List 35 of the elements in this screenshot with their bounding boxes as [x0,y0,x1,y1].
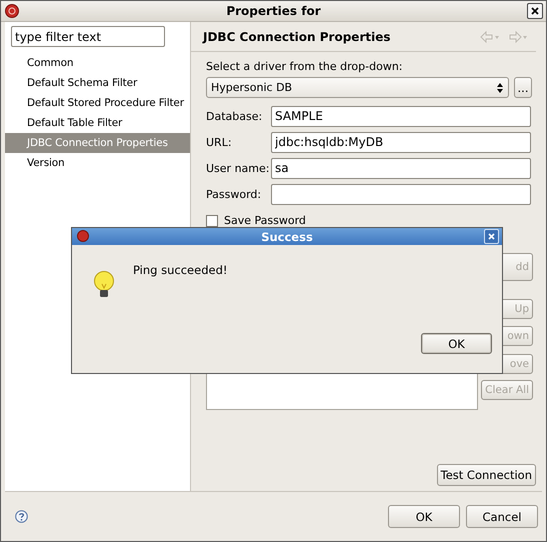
field-label: Database: [206,110,264,122]
footer-button[interactable]: Cancel [466,505,538,528]
input-field[interactable]: jdbc:hsqldb:MyDB [271,132,531,152]
ok-button[interactable]: OK [421,333,492,354]
sidebar-item[interactable]: Default Schema Filter [5,73,190,93]
page-title: JDBC Connection Properties [203,30,390,44]
sidebar-item[interactable]: Version [5,153,190,173]
test-connection-button[interactable]: Test Connection [436,464,536,486]
sidebar-item[interactable]: Default Table Filter [5,113,190,133]
checkbox[interactable] [206,214,218,226]
app-icon [5,4,19,18]
field-label: URL: [206,136,233,148]
driver-label: Select a driver from the drop-down: [206,60,404,73]
updown-arrows-icon [496,82,504,94]
lightbulb-icon [93,270,115,300]
close-icon [531,7,539,15]
help-icon[interactable] [15,510,28,523]
input-field[interactable] [271,184,531,204]
dialog-message: Ping succeeded! [133,263,228,277]
window-title: Properties for [226,4,321,18]
input-field[interactable]: SAMPLE [271,106,531,126]
driver-dropdown[interactable]: Hypersonic DB [206,77,509,98]
field-label: Password: [206,188,262,200]
input-field[interactable]: sa [271,158,531,178]
field-label: User name: [206,162,270,174]
browse-button[interactable]: ... [514,77,532,98]
filter-field[interactable]: type filter text [11,26,165,47]
sidebar-item[interactable]: Default Stored Procedure Filter [5,93,190,113]
app-icon [77,230,89,242]
dialog-title: Success [261,230,313,244]
close-icon [488,233,495,240]
sidebar-item[interactable]: Common [5,53,190,73]
footer-button[interactable]: OK [388,505,460,528]
close-button[interactable] [527,3,543,19]
checkbox-label: Save Password [224,214,306,227]
